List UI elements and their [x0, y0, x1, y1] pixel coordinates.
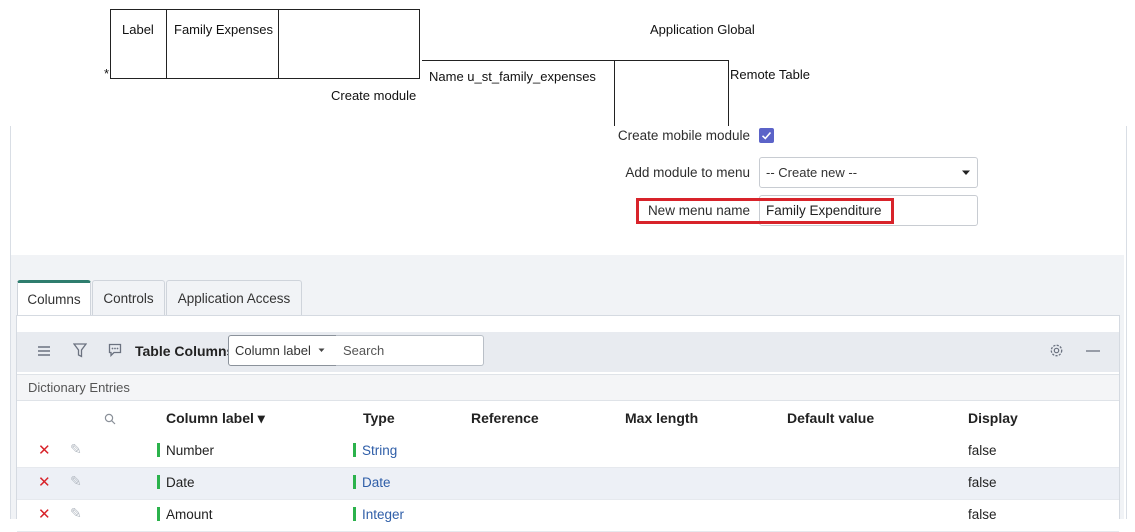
column-header-default-value[interactable]: Default value — [787, 410, 874, 426]
add-module-to-menu-label: Add module to menu — [625, 165, 750, 180]
pencil-icon[interactable]: ✎ — [70, 505, 82, 522]
search-field-select-value: Column label — [235, 343, 311, 358]
display-value: false — [968, 507, 997, 522]
create-module-label: Create module — [331, 88, 417, 103]
speech-bubble-icon[interactable] — [108, 343, 122, 357]
remote-table-field[interactable] — [614, 60, 729, 127]
indicator-bar — [157, 475, 160, 489]
minus-icon[interactable] — [1086, 350, 1100, 352]
menu-icon[interactable] — [37, 345, 51, 357]
required-marker: * — [104, 66, 110, 81]
delete-icon[interactable]: ✕ — [38, 505, 51, 523]
search-icon[interactable] — [104, 413, 116, 425]
column-label-value: Date — [166, 475, 195, 490]
new-menu-name-label: New menu name — [647, 203, 750, 218]
dictionary-entries-label: Dictionary Entries — [28, 380, 130, 395]
tab-application-access[interactable]: Application Access — [166, 280, 302, 315]
table-row: ✕ ✎ Date Date false — [17, 468, 1119, 500]
tab-label: Application Access — [177, 290, 291, 306]
type-link[interactable]: String — [353, 443, 397, 458]
column-header-reference[interactable]: Reference — [471, 410, 539, 426]
display-value: false — [968, 475, 997, 490]
indicator-bar — [353, 443, 356, 457]
list-search-input[interactable]: Search — [336, 335, 484, 366]
list-title: Table Columns — [135, 343, 235, 359]
column-label-cell: Date — [157, 475, 195, 490]
add-module-to-menu-value: -- Create new -- — [766, 165, 858, 180]
create-mobile-module-label: Create mobile module — [617, 128, 750, 143]
label-caption-cell — [110, 9, 167, 79]
column-label-cell: Number — [157, 443, 214, 458]
column-label-value: Amount — [166, 507, 213, 522]
new-menu-name-value: Family Expenditure — [766, 203, 882, 218]
tab-label: Controls — [103, 290, 154, 306]
type-value: Date — [362, 475, 391, 490]
column-header-column-label[interactable]: Column label ▾ — [166, 410, 265, 427]
gear-icon[interactable] — [1049, 343, 1064, 358]
indicator-bar — [353, 475, 356, 489]
label-value: Family Expenses — [174, 22, 273, 37]
pencil-icon[interactable]: ✎ — [70, 441, 82, 458]
table-row: ✕ ✎ Amount Integer false — [17, 500, 1119, 532]
tab-columns[interactable]: Columns — [17, 280, 91, 315]
column-header-type[interactable]: Type — [363, 410, 395, 426]
create-mobile-module-checkbox[interactable] — [759, 128, 774, 143]
display-value: false — [968, 443, 997, 458]
label-value-field[interactable] — [166, 9, 279, 79]
name-label: Name u_st_family_expenses — [429, 69, 596, 84]
remote-table-label: Remote Table — [730, 67, 810, 82]
table-row: ✕ ✎ Number String false — [17, 436, 1119, 468]
label-caption: Label — [122, 22, 154, 37]
label-extra-cell — [278, 9, 420, 79]
tab-controls[interactable]: Controls — [92, 280, 165, 315]
type-value: Integer — [362, 507, 405, 522]
column-label-cell: Amount — [157, 507, 213, 522]
type-link[interactable]: Date — [353, 475, 391, 490]
dictionary-entries-header: Dictionary Entries — [17, 374, 1119, 401]
column-label-value: Number — [166, 443, 215, 458]
column-header-max-length[interactable]: Max length — [625, 410, 698, 426]
pencil-icon[interactable]: ✎ — [70, 473, 82, 490]
delete-icon[interactable]: ✕ — [38, 473, 51, 491]
tab-label: Columns — [27, 291, 81, 307]
type-link[interactable]: Integer — [353, 507, 404, 522]
caret-down-icon — [962, 170, 970, 175]
delete-icon[interactable]: ✕ — [38, 441, 51, 459]
search-field-select[interactable]: Column label — [228, 335, 337, 366]
filter-icon[interactable] — [73, 343, 87, 358]
type-value: String — [362, 443, 398, 458]
column-header-display[interactable]: Display — [968, 410, 1018, 426]
search-placeholder: Search — [343, 343, 385, 358]
indicator-bar — [157, 443, 160, 457]
caret-down-icon — [318, 348, 325, 352]
add-module-to-menu-select[interactable]: -- Create new -- — [759, 157, 978, 188]
check-icon — [761, 131, 772, 140]
application-label: Application Global — [650, 22, 755, 37]
